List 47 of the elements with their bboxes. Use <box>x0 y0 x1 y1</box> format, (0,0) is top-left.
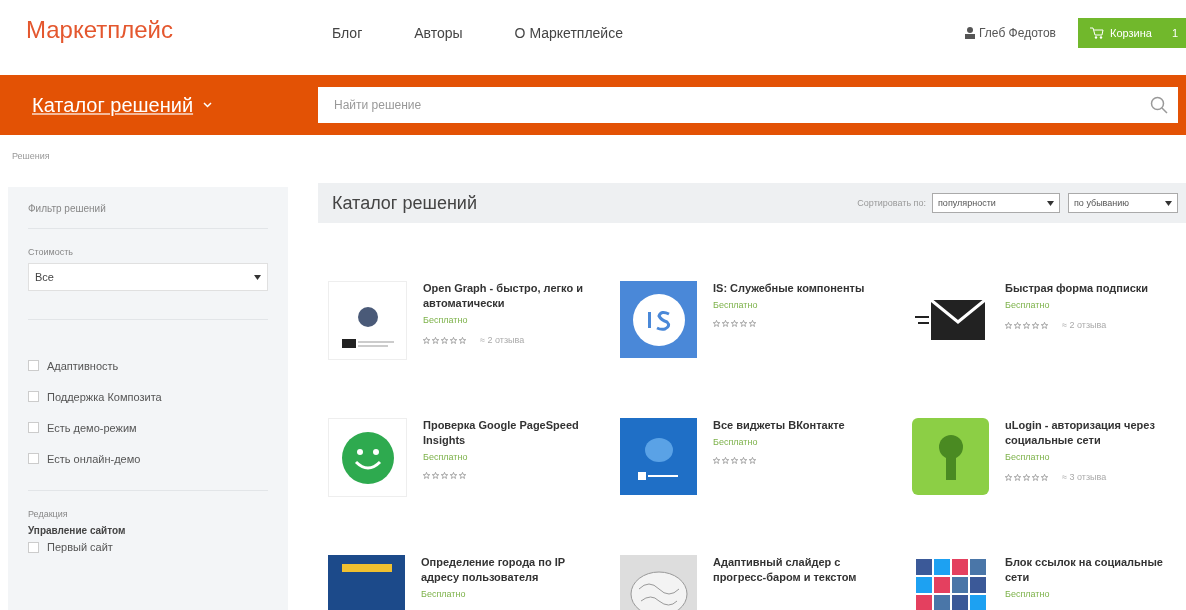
cart-icon <box>1089 26 1104 39</box>
app-title[interactable]: Блок ссылок на социальные сети <box>1005 555 1175 585</box>
app-price: Бесплатно <box>423 452 469 462</box>
nav-link[interactable]: Блог <box>332 24 363 41</box>
app-price: Бесплатно <box>1005 452 1051 462</box>
order-select[interactable]: по убыванию <box>1068 193 1178 213</box>
caret-icon <box>1165 200 1172 206</box>
search-field[interactable]: Найти решение <box>318 87 1178 123</box>
user-name[interactable]: Глеб Федотов <box>979 25 1056 40</box>
app-title[interactable]: Все виджеты ВКонтакте <box>713 418 883 433</box>
site-logo[interactable]: Маркетплейс <box>26 15 332 44</box>
nav-link[interactable]: О Маркетплейсе <box>514 24 623 41</box>
app-title[interactable]: Проверка Google PageSpeed Insights <box>423 418 593 448</box>
filter-checkbox[interactable]: Есть демо-режим <box>28 412 268 443</box>
filter-checkbox[interactable]: Поддержка Композита <box>28 381 268 412</box>
chat-bubble-icon <box>620 418 697 495</box>
filter-checkbox[interactable]: Первый сайт <box>28 536 268 558</box>
app-price: Бесплатно <box>421 589 467 599</box>
smiley-icon <box>328 418 407 497</box>
price-select[interactable]: Все <box>28 263 268 291</box>
app-price: Бесплатно <box>1005 589 1051 599</box>
app-price: Бесплатно <box>423 315 469 325</box>
chevron-icon <box>203 102 213 108</box>
caret-icon <box>254 274 261 280</box>
search-icon[interactable] <box>1150 96 1168 114</box>
user-icon <box>965 26 976 39</box>
app-title[interactable]: Определение города по IP адресу пользователя <box>421 555 591 585</box>
sidebar-title: Фильтр решений <box>28 203 268 229</box>
caret-icon <box>1047 200 1054 206</box>
app-title[interactable]: uLogin - авторизация через социальные сети <box>1005 418 1175 448</box>
app-price: Бесплатно <box>713 300 759 310</box>
app-price: Бесплатно <box>1005 300 1051 310</box>
nav-link[interactable]: Авторы <box>414 24 463 41</box>
catalog-title: Каталог решений <box>332 192 478 214</box>
field-label: Стоимость <box>28 247 75 257</box>
field-label: Редакция <box>28 509 69 519</box>
group-heading: Управление сайтом <box>28 525 127 536</box>
app-title[interactable]: Адаптивный слайдер с прогресс-баром и текстом <box>713 555 883 585</box>
sort-label: Сортировать по: <box>857 198 926 208</box>
app-title[interactable]: Open Graph - быстро, легко и автоматически <box>423 281 593 311</box>
app-price: Бесплатно <box>713 437 759 447</box>
filter-checkbox[interactable]: Есть онлайн-демо <box>28 443 268 474</box>
sort-select[interactable]: популярности <box>932 193 1060 213</box>
app-title[interactable]: IS: Служебные компоненты <box>713 281 883 296</box>
app-title[interactable]: Быстрая форма подписки <box>1005 281 1175 296</box>
filter-checkbox[interactable]: Адаптивность <box>28 350 268 381</box>
catalog-dropdown[interactable]: Каталог решений <box>32 93 318 117</box>
